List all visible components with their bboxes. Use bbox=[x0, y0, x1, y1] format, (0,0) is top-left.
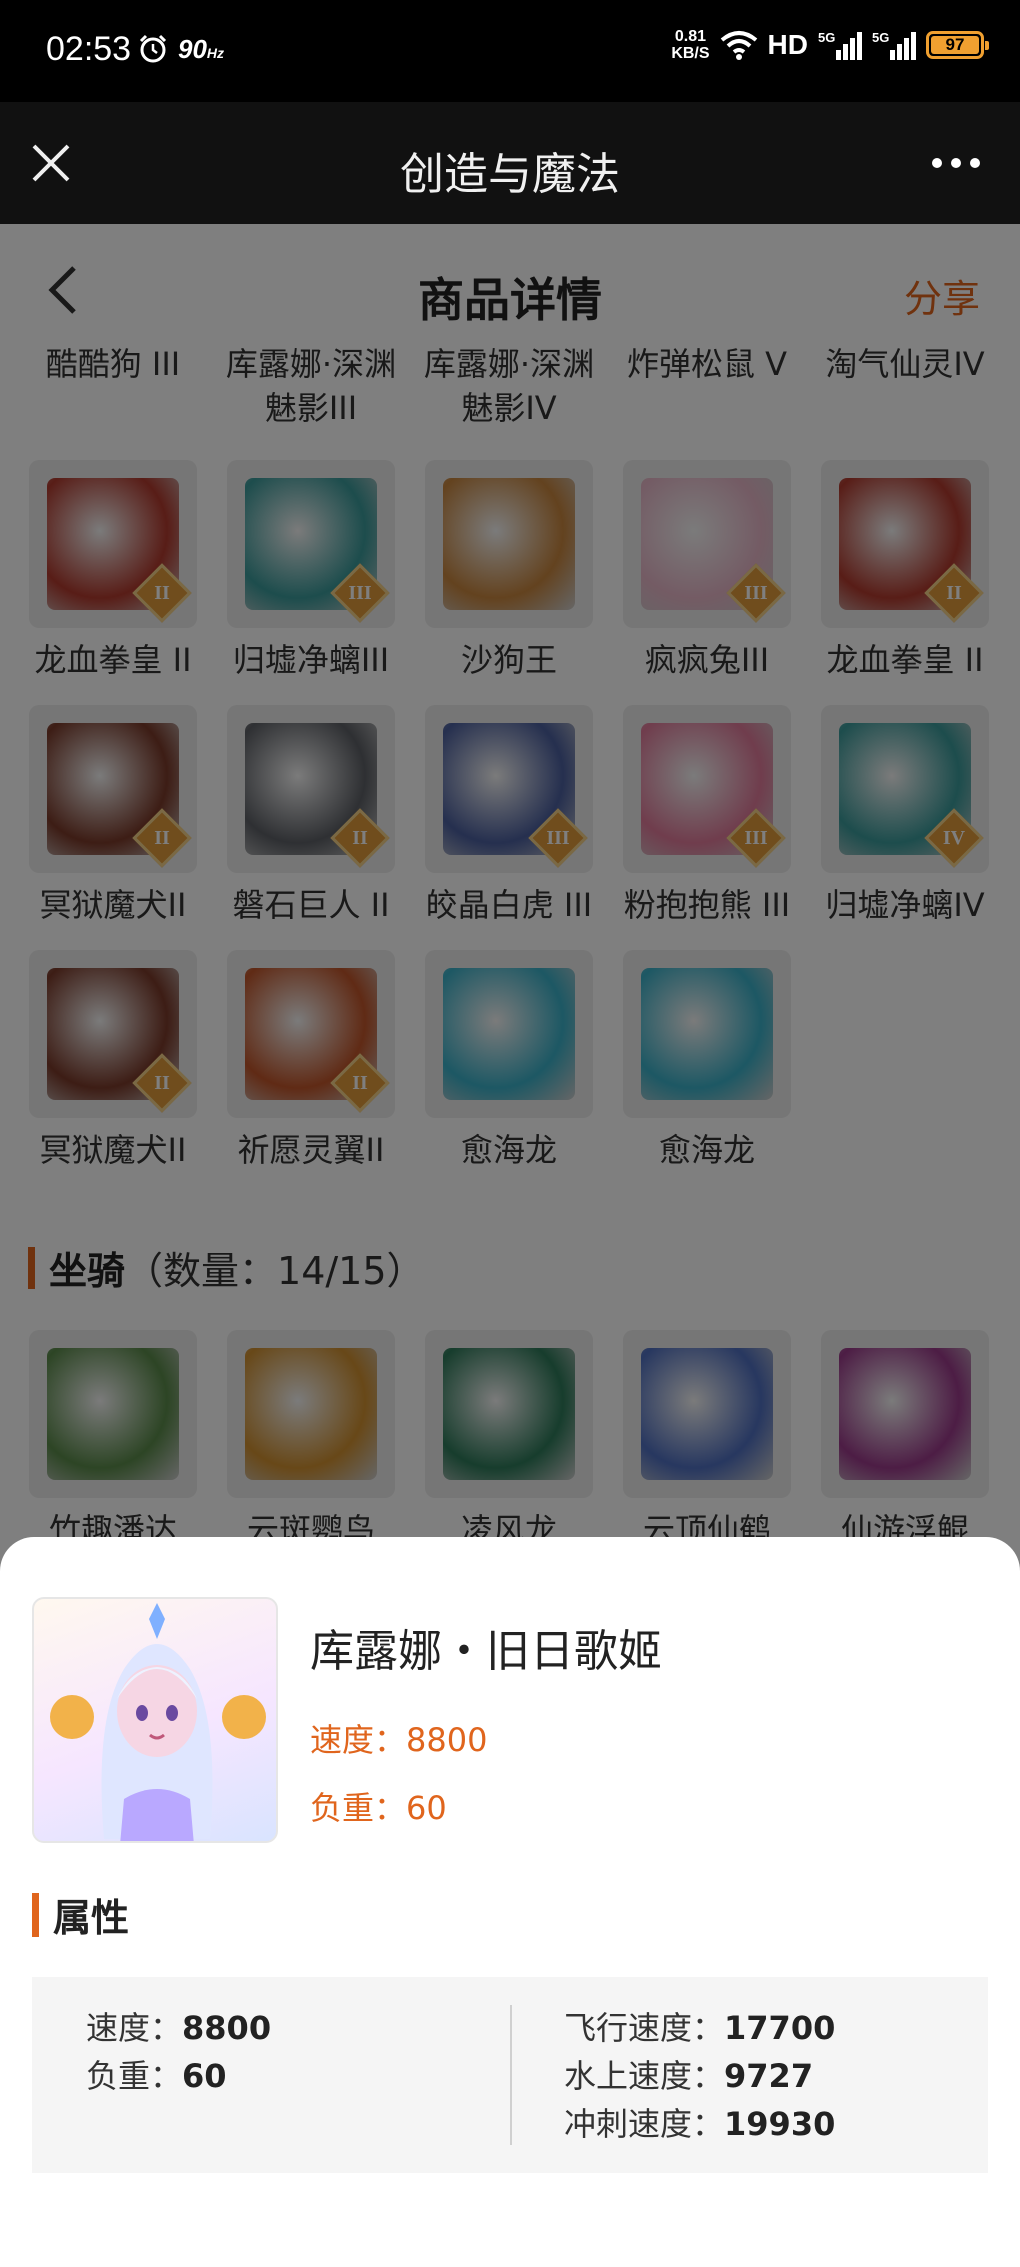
more-options-icon[interactable] bbox=[932, 158, 980, 168]
attr-dash-speed: 冲刺速度：19930 bbox=[564, 2105, 836, 2143]
app-title: 创造与魔法 bbox=[400, 149, 620, 200]
attr-water-speed: 水上速度：9727 bbox=[564, 2057, 814, 2095]
attributes-divider bbox=[510, 2005, 512, 2145]
item-detail-sheet: 库露娜・旧日歌姬 速度：8800 负重：60 属性 速度：8800 负重：60 … bbox=[0, 1537, 1020, 2267]
network-speed: 0.81 KB/S bbox=[671, 28, 710, 62]
item-speed: 速度：8800 bbox=[310, 1721, 488, 1759]
refresh-rate: 90Hz bbox=[178, 34, 225, 64]
item-load: 负重：60 bbox=[310, 1789, 447, 1827]
alarm-clock-icon bbox=[139, 34, 167, 63]
attr-load: 负重：60 bbox=[86, 2057, 227, 2095]
item-avatar bbox=[32, 1597, 278, 1843]
wifi-icon bbox=[720, 31, 757, 60]
status-time: 02:53 bbox=[46, 30, 132, 68]
signal-icon: 5G bbox=[818, 30, 862, 60]
attr-flight-speed: 飞行速度：17700 bbox=[564, 2009, 836, 2047]
battery-level: 97 bbox=[931, 36, 979, 54]
attributes-header: 属性 bbox=[32, 1887, 129, 1942]
section-accent-bar bbox=[32, 1892, 39, 1937]
attributes-label: 属性 bbox=[53, 1896, 130, 1940]
item-name: 库露娜・旧日歌姬 bbox=[310, 1626, 662, 1677]
hd-indicator: HD bbox=[767, 29, 808, 60]
status-bar: 02:53 90Hz 0.81 KB/S HD 5G 5G 97 bbox=[0, 0, 1020, 102]
app-title-bar: 创造与魔法 bbox=[0, 102, 1020, 224]
battery-icon: 97 bbox=[926, 31, 989, 59]
signal-icon-2: 5G bbox=[872, 30, 916, 60]
attr-speed: 速度：8800 bbox=[86, 2009, 272, 2047]
attributes-panel: 速度：8800 负重：60 飞行速度：17700 水上速度：9727 冲刺速度：… bbox=[32, 1977, 988, 2173]
